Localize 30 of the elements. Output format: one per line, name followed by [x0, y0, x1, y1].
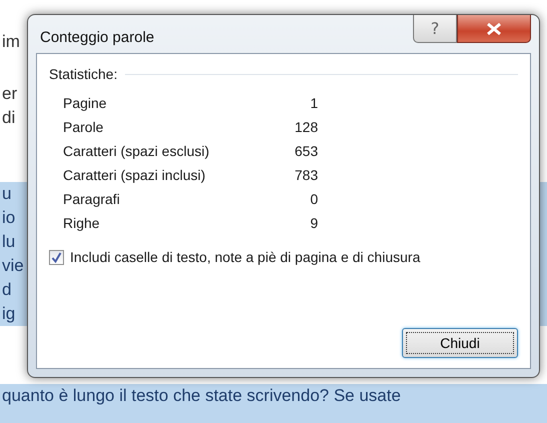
document-text: di — [1, 108, 16, 127]
document-text: quanto è lungo il testo che state scrivendo? Se usate — [1, 386, 401, 405]
document-text: vie — [1, 256, 24, 275]
stat-label: Caratteri (spazi inclusi) — [63, 166, 206, 185]
stat-value: 1 — [310, 94, 318, 113]
stat-value: 128 — [294, 118, 318, 137]
document-text: ig — [1, 304, 16, 323]
close-button[interactable] — [457, 15, 531, 43]
document-text: lu — [1, 232, 16, 251]
window-title: Conteggio parole — [40, 29, 154, 46]
document-text: er — [1, 84, 18, 103]
stat-value: 9 — [310, 214, 318, 233]
stat-label: Paragrafi — [63, 190, 120, 209]
section-title: Statistiche: — [49, 66, 118, 82]
document-text: d — [1, 280, 12, 299]
document-text: im — [1, 32, 20, 51]
checkbox-label: Includi caselle di testo, note a piè di pagina e di chiusura — [70, 249, 420, 265]
stat-value: 783 — [294, 166, 318, 185]
stat-label: Righe — [63, 214, 100, 233]
stat-value: 653 — [294, 142, 318, 161]
stat-label: Pagine — [63, 94, 107, 113]
document-text: u — [1, 184, 12, 203]
checkbox[interactable] — [49, 250, 64, 264]
help-button[interactable]: ? — [413, 15, 457, 43]
close-dialog-button[interactable]: Chiudi — [402, 328, 518, 358]
stat-label: Parole — [63, 118, 104, 137]
document-text: io — [1, 208, 16, 227]
stat-value: 0 — [310, 190, 318, 209]
close-icon — [486, 22, 502, 34]
stat-label: Caratteri (spazi esclusi) — [63, 142, 210, 161]
